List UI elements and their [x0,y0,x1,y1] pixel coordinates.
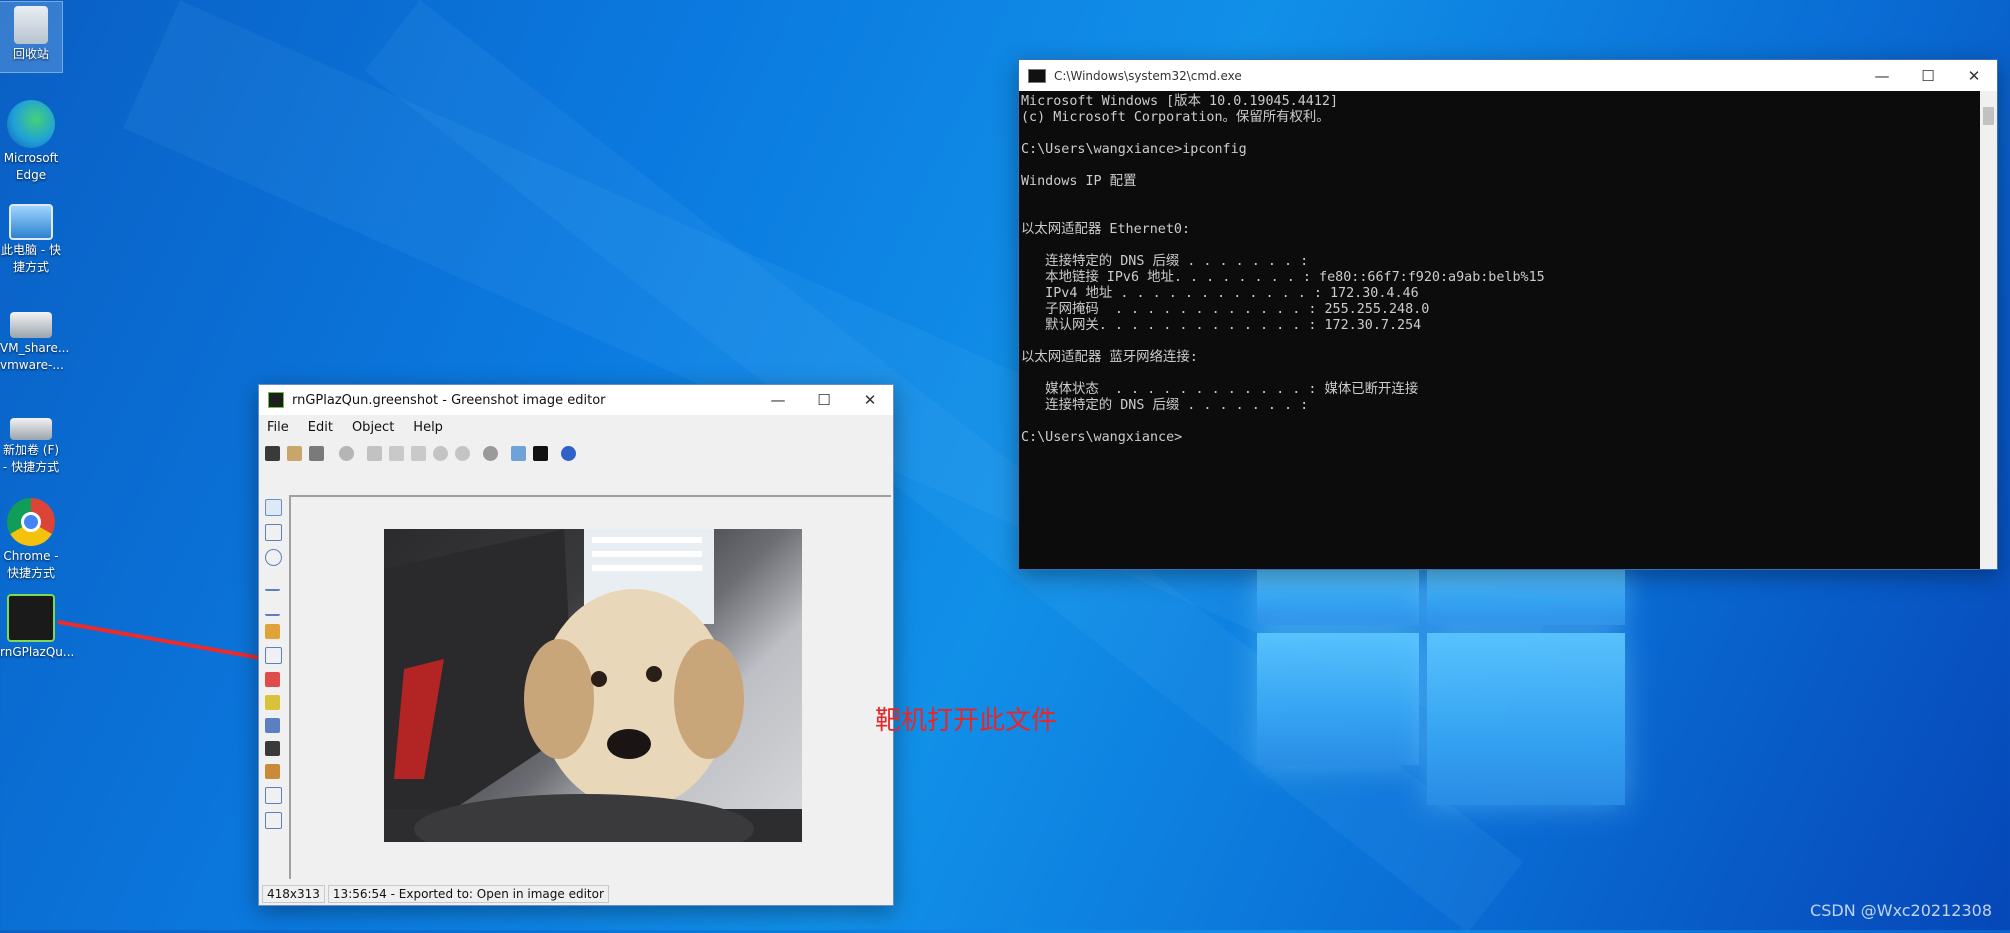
maximize-button[interactable]: ☐ [801,391,847,409]
remove-icon[interactable] [339,445,354,461]
greenshot-toolbar [259,439,893,467]
effects-tool-icon[interactable] [265,741,280,756]
image-settings-icon[interactable] [511,445,526,461]
save-icon[interactable] [265,445,280,461]
greenshot-statusbar: 418x313 13:56:54 - Exported to: Open in … [259,883,893,905]
greenshot-app-icon [268,392,284,408]
help-icon[interactable] [561,445,576,461]
arrow-tool-icon[interactable] [265,599,280,616]
cmd-window[interactable]: C:\Windows\system32\cmd.exe — ☐ ✕ Micros… [1018,59,1998,570]
export-status: 13:56:54 - Exported to: Open in image ed… [327,885,609,903]
rectangle-tool-icon[interactable] [265,524,282,541]
greenshot-window-title: rnGPlazQun.greenshot - Greenshot image e… [292,392,606,408]
info-icon[interactable] [533,445,548,461]
paste-icon[interactable] [411,445,426,461]
image-size-status: 418x313 [262,885,325,903]
freehand-tool-icon[interactable] [265,624,280,639]
watermark: CSDN @Wxc20212308 [1810,901,1992,920]
ellipse-tool-icon[interactable] [265,549,282,566]
resize-tool-icon[interactable] [265,812,282,829]
maximize-button[interactable]: ☐ [1905,67,1951,85]
highlight-tool-icon[interactable] [265,695,280,710]
minimize-button[interactable]: — [1859,67,1905,85]
print-icon[interactable] [309,445,324,461]
cut-icon[interactable] [367,445,382,461]
cmd-scrollbar[interactable] [1980,91,1997,569]
text-tool-icon[interactable] [265,647,282,664]
greenshot-menubar: File Edit Object Help [259,415,893,439]
menu-file[interactable]: File [267,420,289,435]
obfuscate-tool-icon[interactable] [265,718,280,733]
crop-tool-icon[interactable] [265,764,280,779]
menu-edit[interactable]: Edit [308,420,333,435]
menu-object[interactable]: Object [352,420,394,435]
editor-canvas[interactable] [289,495,891,879]
close-button[interactable]: ✕ [847,391,893,409]
settings-icon[interactable] [483,445,498,461]
clipboard-icon[interactable] [287,445,302,461]
rotate-tool-icon[interactable] [265,787,282,804]
minimize-button[interactable]: — [755,391,801,409]
cmd-output[interactable]: Microsoft Windows [版本 10.0.19045.4412] (… [1019,91,1997,446]
menu-help[interactable]: Help [413,420,443,435]
annotation-text: 靶机打开此文件 [875,706,1058,736]
screenshot-image [384,529,802,842]
copy-icon[interactable] [389,445,404,461]
cursor-tool-icon[interactable] [265,499,282,516]
cmd-titlebar[interactable]: C:\Windows\system32\cmd.exe — ☐ ✕ [1019,60,1997,91]
cmd-app-icon [1028,68,1046,83]
dog-photo [384,529,802,842]
undo-icon[interactable] [433,445,448,461]
drawing-tools [261,493,283,837]
line-tool-icon[interactable] [265,574,280,591]
close-button[interactable]: ✕ [1951,67,1997,85]
redo-icon[interactable] [455,445,470,461]
greenshot-editor-window[interactable]: rnGPlazQun.greenshot - Greenshot image e… [258,384,894,906]
cmd-window-title: C:\Windows\system32\cmd.exe [1054,68,1242,83]
greenshot-titlebar[interactable]: rnGPlazQun.greenshot - Greenshot image e… [259,385,893,415]
scrollbar-thumb[interactable] [1983,107,1994,125]
counter-tool-icon[interactable] [265,672,280,687]
